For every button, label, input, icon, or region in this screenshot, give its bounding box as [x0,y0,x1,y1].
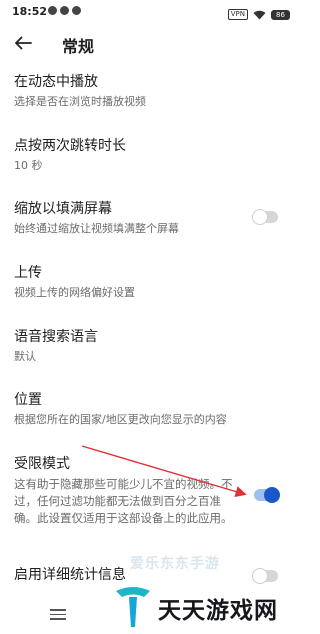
menu-icon[interactable] [50,609,66,621]
setting-subtitle: 视频上传的网络偏好设置 [14,286,135,299]
setting-title: 位置 [14,392,42,408]
battery-icon: 86 [271,9,290,20]
notification-icons [48,6,81,15]
watermark-top: 爱乐东东手游 [130,556,220,572]
setting-title: 受限模式 [14,456,70,472]
stats-for-nerds-toggle[interactable] [252,568,278,584]
status-right: VPN 86 [227,5,290,24]
status-bar: 18:52 VPN 86 [0,0,300,24]
setting-title: 缩放以填满屏幕 [14,201,112,217]
vpn-badge: VPN [227,9,248,20]
setting-autoplay-in-feed[interactable]: 在动态中播放 选择是否在浏览时播放视频 [14,72,284,110]
back-button[interactable] [10,30,36,56]
setting-subtitle: 根据您所在的国家/地区更改向您显示的内容 [14,413,227,426]
notification-icon [60,6,69,15]
setting-subtitle: 这有助于隐藏那些可能少儿不宜的视频。不过，任何过滤功能都无法做到百分之百准确。此… [14,477,233,525]
setting-title: 在动态中播放 [14,74,98,90]
setting-voice-search-language[interactable]: 语音搜索语言 默认 [14,327,284,365]
zoom-to-fill-toggle[interactable] [252,209,278,225]
setting-location[interactable]: 位置 根据您所在的国家/地区更改向您显示的内容 [14,390,284,428]
page-title: 常规 [62,37,95,56]
toggle-thumb [252,209,268,225]
notification-icon [48,6,57,15]
setting-title: 语音搜索语言 [14,329,98,345]
status-time: 18:52 [12,5,48,18]
setting-title: 点按两次跳转时长 [14,138,126,154]
wifi-icon [253,5,266,24]
setting-uploads[interactable]: 上传 视频上传的网络偏好设置 [14,263,284,301]
nav-bar [0,600,300,634]
toggle-thumb [264,487,280,503]
setting-subtitle: 10 秒 [14,159,43,172]
setting-zoom-to-fill[interactable]: 缩放以填满屏幕 始终通过缩放让视频填满整个屏幕 [14,199,284,237]
toggle-thumb [252,568,268,584]
notification-icon [72,6,81,15]
arrow-left-icon [15,36,32,50]
setting-title: 上传 [14,265,42,281]
app-bar: 常规 [0,28,300,60]
setting-restricted-mode[interactable]: 受限模式 这有助于隐藏那些可能少儿不宜的视频。不过，任何过滤功能都无法做到百分之… [14,454,284,527]
restricted-mode-toggle[interactable] [254,487,280,503]
setting-subtitle: 选择是否在浏览时播放视频 [14,95,146,108]
setting-double-tap-seek[interactable]: 点按两次跳转时长 10 秒 [14,136,284,174]
setting-subtitle: 始终通过缩放让视频填满整个屏幕 [14,222,179,235]
setting-subtitle: 默认 [14,350,36,363]
